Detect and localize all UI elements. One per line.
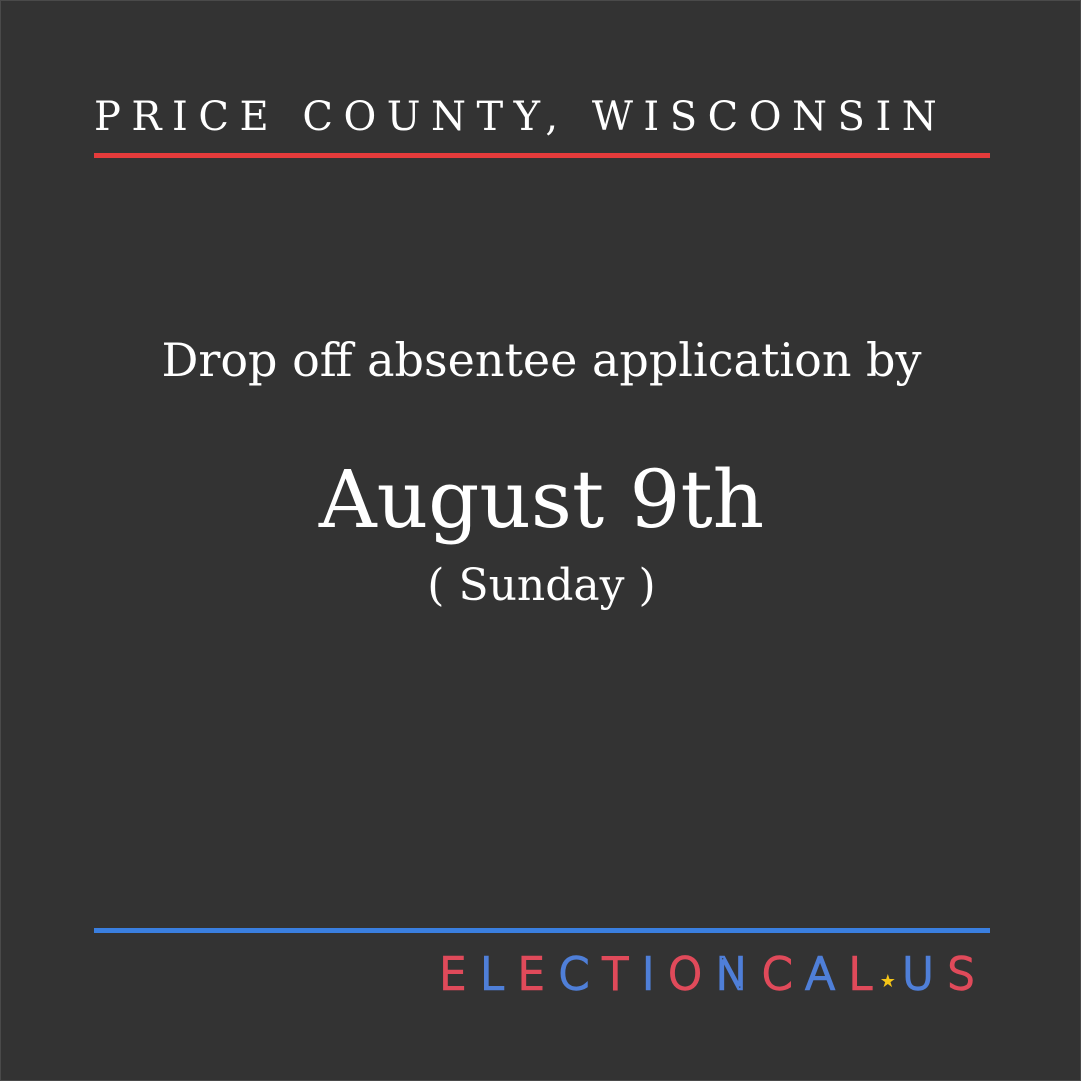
county-title: PRICE COUNTY, WISCONSIN xyxy=(94,94,948,140)
logo-letter: C xyxy=(760,948,806,1002)
logo-letter: L xyxy=(479,948,518,1002)
logo-letter: N xyxy=(714,948,762,1002)
logo-letter: A xyxy=(804,948,849,1002)
election-reminder-card: PRICE COUNTY, WISCONSIN Drop off absente… xyxy=(0,0,1081,1081)
logo-letter: E xyxy=(438,948,480,1002)
top-divider xyxy=(94,153,990,158)
logo-letter: S xyxy=(946,948,988,1002)
deadline-weekday: ( Sunday ) xyxy=(427,560,656,611)
electioncal-logo: ELECTIONCAL ★ US xyxy=(438,948,988,1002)
deadline-date: August 9th xyxy=(318,453,765,546)
bottom-divider xyxy=(94,928,990,933)
logo-letter: T xyxy=(601,948,642,1002)
star-icon: ★ xyxy=(879,971,896,992)
logo-letter: C xyxy=(557,948,602,1002)
logo-letter: E xyxy=(516,948,559,1002)
logo-letter: O xyxy=(667,948,716,1002)
logo-prefix-text: ELECTIONCAL xyxy=(438,948,886,1002)
logo-letter: U xyxy=(901,948,948,1002)
logo-letter: I xyxy=(641,948,668,1002)
deadline-description: Drop off absentee application by xyxy=(161,333,922,387)
logo-suffix-text: US xyxy=(901,948,988,1002)
